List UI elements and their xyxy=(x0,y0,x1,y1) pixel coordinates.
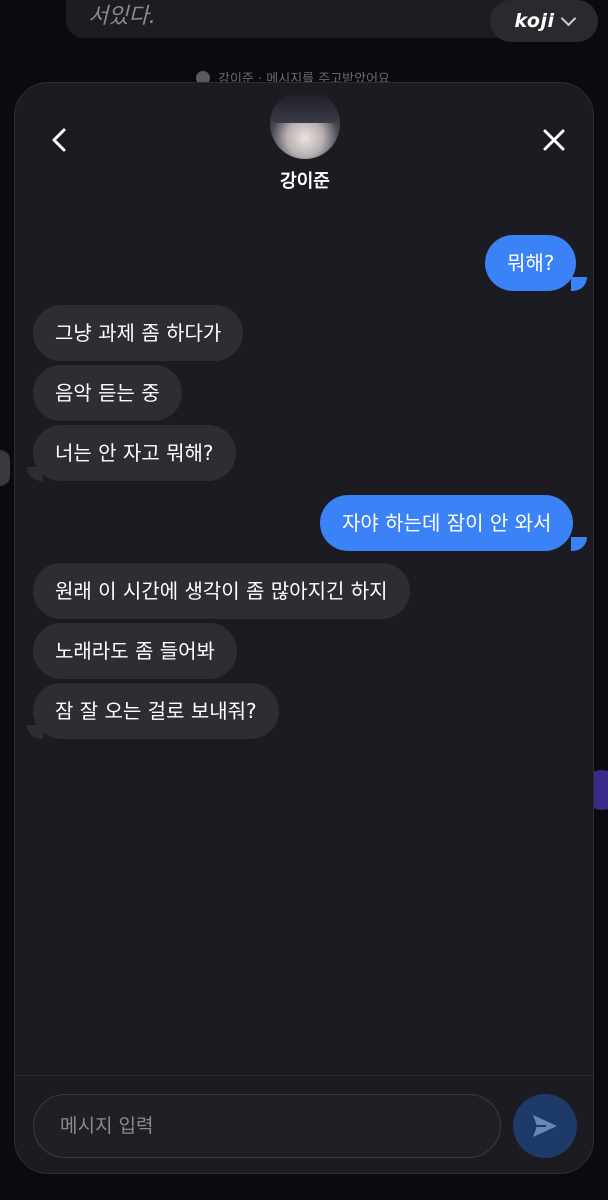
message-composer xyxy=(15,1075,593,1173)
chat-modal: 강이준 뭐해? 그냥 과제 좀 하다가 음악 듣는 중 너는 안 자고 뭐해? … xyxy=(14,82,594,1174)
message-incoming: 그냥 과제 좀 하다가 xyxy=(33,305,244,361)
brand-logo: koji xyxy=(514,10,555,32)
close-icon xyxy=(543,129,565,151)
message-incoming: 원래 이 시간에 생각이 좀 많아지긴 하지 xyxy=(33,563,410,619)
contact-name: 강이준 xyxy=(280,171,330,192)
bubble-tail xyxy=(571,537,587,551)
message-incoming: 너는 안 자고 뭐해? xyxy=(33,425,236,481)
bubble-tail xyxy=(27,467,43,481)
message-incoming: 노래라도 좀 들어봐 xyxy=(33,623,237,679)
bubble-tail xyxy=(27,725,43,739)
chevron-left-icon xyxy=(52,128,66,152)
send-button[interactable] xyxy=(513,1094,577,1158)
chevron-down-icon xyxy=(560,10,576,27)
bubble-tail xyxy=(571,277,587,291)
message-incoming: 잠 잘 오는 걸로 보내줘? xyxy=(33,683,279,739)
background-handle xyxy=(0,450,10,486)
close-button[interactable] xyxy=(539,125,569,155)
background-input-text: 서있다. xyxy=(88,4,156,29)
send-icon xyxy=(533,1115,557,1137)
message-incoming: 음악 듣는 중 xyxy=(33,365,182,421)
message-input[interactable] xyxy=(33,1094,501,1158)
brand-selector[interactable]: koji xyxy=(490,0,598,42)
back-button[interactable] xyxy=(45,125,75,155)
message-outgoing: 자야 하는데 잠이 안 와서 xyxy=(320,495,574,551)
message-outgoing: 뭐해? xyxy=(485,235,577,291)
avatar xyxy=(270,89,340,159)
